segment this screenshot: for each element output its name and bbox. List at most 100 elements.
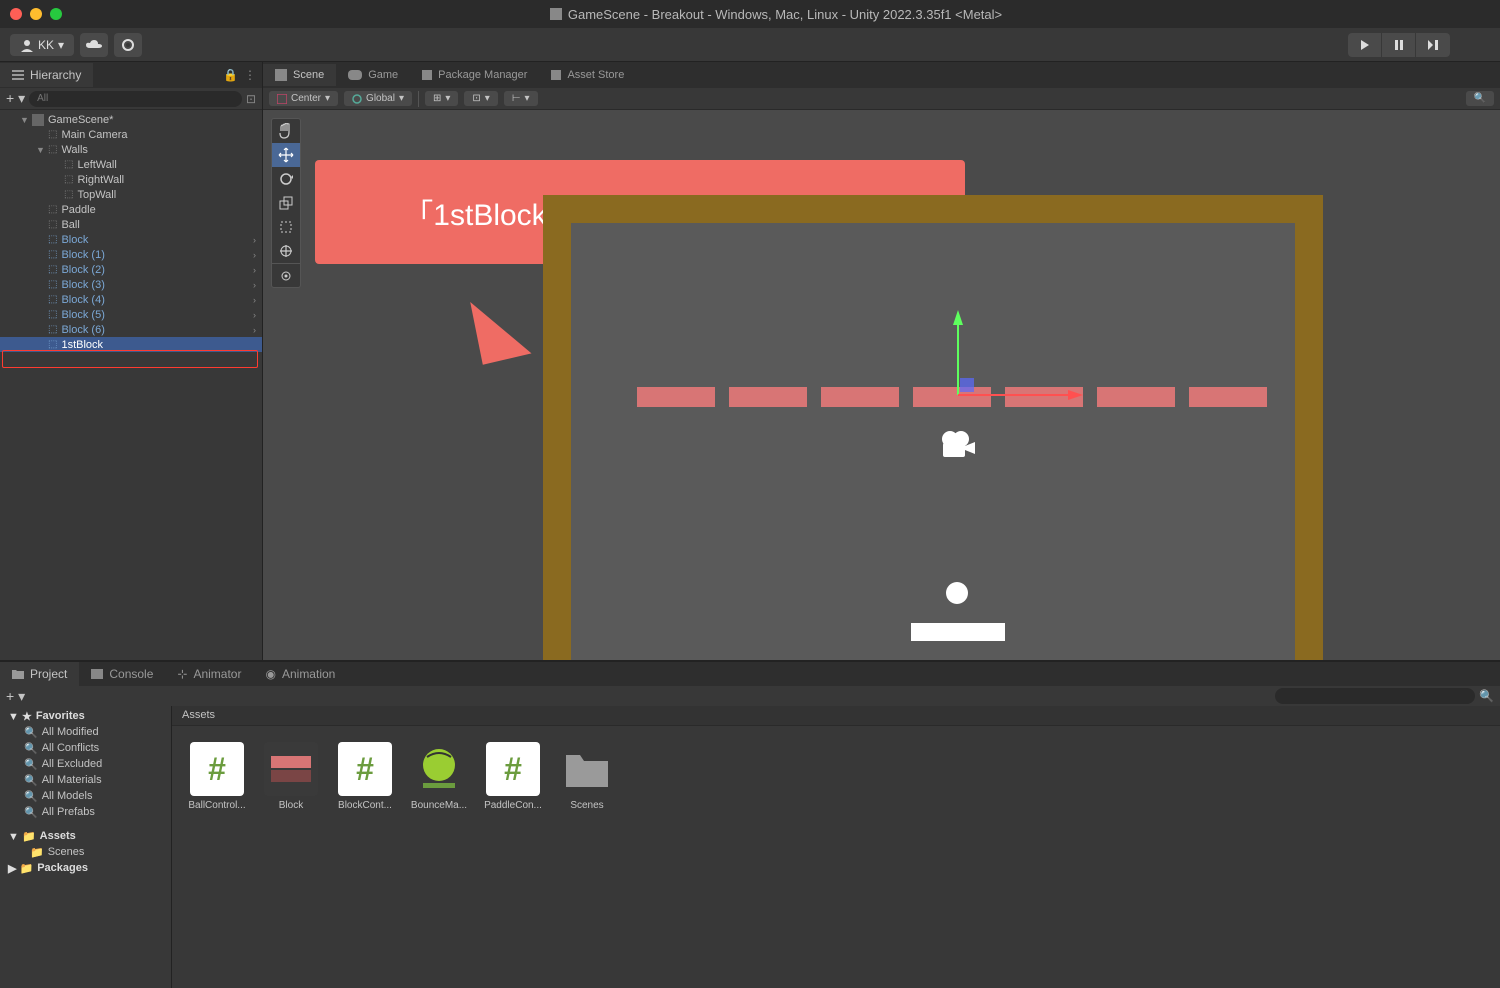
asset-store-tab[interactable]: Asset Store — [539, 64, 636, 86]
scene-viewport[interactable]: 「1stBlock」に名前を変更しました — [263, 110, 1500, 660]
expand-icon[interactable]: ⊡ — [246, 92, 256, 106]
project-tab[interactable]: Project — [0, 662, 79, 686]
step-button[interactable] — [1416, 33, 1450, 57]
animation-tab[interactable]: ◉ Animation — [253, 662, 347, 686]
hierarchy-item[interactable]: ⬚Block (1)› — [0, 247, 262, 262]
scene-icon — [275, 69, 287, 81]
asset-item[interactable]: Scenes — [558, 742, 616, 811]
view-tool[interactable] — [272, 119, 300, 143]
cloud-icon — [86, 40, 102, 50]
hierarchy-item[interactable]: ⬚Main Camera — [0, 127, 262, 142]
move-tool[interactable] — [272, 143, 300, 167]
panel-menu-icon[interactable]: ⋮ — [244, 68, 256, 82]
favorite-item[interactable]: 🔍 All Materials — [0, 772, 171, 788]
right-wall — [1295, 195, 1323, 660]
transform-tool[interactable] — [272, 239, 300, 263]
search-icon: 🔍 — [24, 790, 38, 803]
project-create-button[interactable]: + ▾ — [6, 688, 25, 705]
asset-item[interactable]: #PaddleCon... — [484, 742, 542, 811]
project-tree[interactable]: ▼ ★ Favorites 🔍 All Modified🔍 All Confli… — [0, 706, 172, 988]
hierarchy-item[interactable]: ⬚RightWall — [0, 172, 262, 187]
hierarchy-item[interactable]: ⬚1stBlock — [0, 337, 262, 352]
hierarchy-tab[interactable]: Hierarchy — [0, 63, 93, 87]
assets-folder[interactable]: ▼ 📁 Assets — [0, 828, 171, 844]
scenes-folder[interactable]: 📁 Scenes — [0, 844, 171, 860]
traffic-lights[interactable] — [10, 8, 62, 20]
console-tab[interactable]: Console — [79, 662, 165, 686]
window-title: GameScene - Breakout - Windows, Mac, Lin… — [62, 7, 1490, 22]
gear-icon — [121, 38, 135, 52]
tool-handle-button[interactable]: Center▾ — [269, 91, 338, 106]
scale-tool[interactable] — [272, 191, 300, 215]
favorite-item[interactable]: 🔍 All Modified — [0, 724, 171, 740]
create-button[interactable]: + ▾ — [6, 90, 25, 107]
game-tab[interactable]: Game — [336, 64, 410, 86]
cloud-button[interactable] — [80, 33, 108, 57]
block — [1189, 387, 1267, 407]
hierarchy-search-input[interactable] — [29, 91, 242, 107]
maximize-window-icon[interactable] — [50, 8, 62, 20]
favorite-item[interactable]: 🔍 All Prefabs — [0, 804, 171, 820]
move-icon — [278, 147, 294, 163]
block — [1097, 387, 1175, 407]
pause-button[interactable] — [1382, 33, 1416, 57]
hierarchy-item[interactable]: ⬚TopWall — [0, 187, 262, 202]
hierarchy-item[interactable]: ⬚Block (5)› — [0, 307, 262, 322]
asset-item[interactable]: #BlockCont... — [336, 742, 394, 811]
rotate-tool[interactable] — [272, 167, 300, 191]
minimize-window-icon[interactable] — [30, 8, 42, 20]
favorite-item[interactable]: 🔍 All Conflicts — [0, 740, 171, 756]
asset-grid[interactable]: #BallControl... Block #BlockCont... BounceM… — [172, 726, 1500, 988]
play-button[interactable] — [1348, 33, 1382, 57]
snap-toggle-button[interactable]: ⊢▾ — [504, 91, 538, 106]
snap-increment-button[interactable]: ⊡▾ — [464, 91, 497, 106]
asset-item[interactable]: Block — [262, 742, 320, 811]
hierarchy-item[interactable]: ⬚LeftWall — [0, 157, 262, 172]
hierarchy-tree[interactable]: ▼ GameScene* ⬚Main Camera▼⬚Walls⬚LeftWal… — [0, 110, 262, 660]
favorites-header[interactable]: ▼ ★ Favorites — [0, 708, 171, 724]
project-search-input[interactable] — [1275, 688, 1475, 704]
console-icon — [91, 669, 103, 679]
hierarchy-item[interactable]: ⬚Paddle — [0, 202, 262, 217]
grid-snap-button[interactable]: ⊞▾ — [425, 91, 458, 106]
hierarchy-toolbar: + ▾ ⊡ — [0, 88, 262, 110]
search-icon: 🔍 — [1479, 689, 1494, 703]
block — [821, 387, 899, 407]
close-window-icon[interactable] — [10, 8, 22, 20]
hierarchy-item[interactable]: ⬚Block› — [0, 232, 262, 247]
rect-tool-icon — [279, 220, 293, 234]
hierarchy-tabs: Hierarchy 🔒 ⋮ — [0, 62, 262, 88]
scene-root[interactable]: ▼ GameScene* — [0, 112, 262, 127]
hierarchy-item[interactable]: ⬚Block (3)› — [0, 277, 262, 292]
hierarchy-item[interactable]: ⬚Block (4)› — [0, 292, 262, 307]
panel-lock-icon[interactable]: 🔒 — [223, 68, 238, 82]
asset-item[interactable]: #BallControl... — [188, 742, 246, 811]
scene-toolbar: Center▾ Global▾ ⊞▾ ⊡▾ ⊢▾ 🔍 — [263, 88, 1500, 110]
block — [729, 387, 807, 407]
tool-palette — [271, 118, 301, 288]
unity-cube-icon — [32, 114, 44, 126]
settings-button[interactable] — [114, 33, 142, 57]
hierarchy-item[interactable]: ⬚Block (2)› — [0, 262, 262, 277]
hierarchy-item[interactable]: ⬚Block (6)› — [0, 322, 262, 337]
search-scene-button[interactable]: 🔍 — [1466, 91, 1494, 106]
scene-tab[interactable]: Scene — [263, 64, 336, 86]
hierarchy-item[interactable]: ▼⬚Walls — [0, 142, 262, 157]
favorite-item[interactable]: 🔍 All Models — [0, 788, 171, 804]
animator-tab[interactable]: ⊹ Animator — [165, 662, 253, 686]
hierarchy-item[interactable]: ⬚Ball — [0, 217, 262, 232]
tool-space-button[interactable]: Global▾ — [344, 91, 412, 106]
rect-tool[interactable] — [272, 215, 300, 239]
account-button[interactable]: KK ▾ — [10, 34, 74, 56]
project-breadcrumb[interactable]: Assets — [172, 706, 1500, 726]
main-toolbar: KK ▾ — [0, 28, 1500, 62]
move-gizmo[interactable] — [938, 310, 1088, 400]
package-manager-tab[interactable]: Package Manager — [410, 64, 539, 86]
transform-icon — [279, 244, 293, 258]
custom-tool[interactable] — [272, 263, 300, 287]
chevron-down-icon: ▾ — [58, 38, 64, 52]
packages-folder[interactable]: ▶ 📁 Packages — [0, 860, 171, 876]
magnet-icon: ⊢ — [512, 93, 521, 104]
asset-item[interactable]: BounceMa... — [410, 742, 468, 811]
favorite-item[interactable]: 🔍 All Excluded — [0, 756, 171, 772]
